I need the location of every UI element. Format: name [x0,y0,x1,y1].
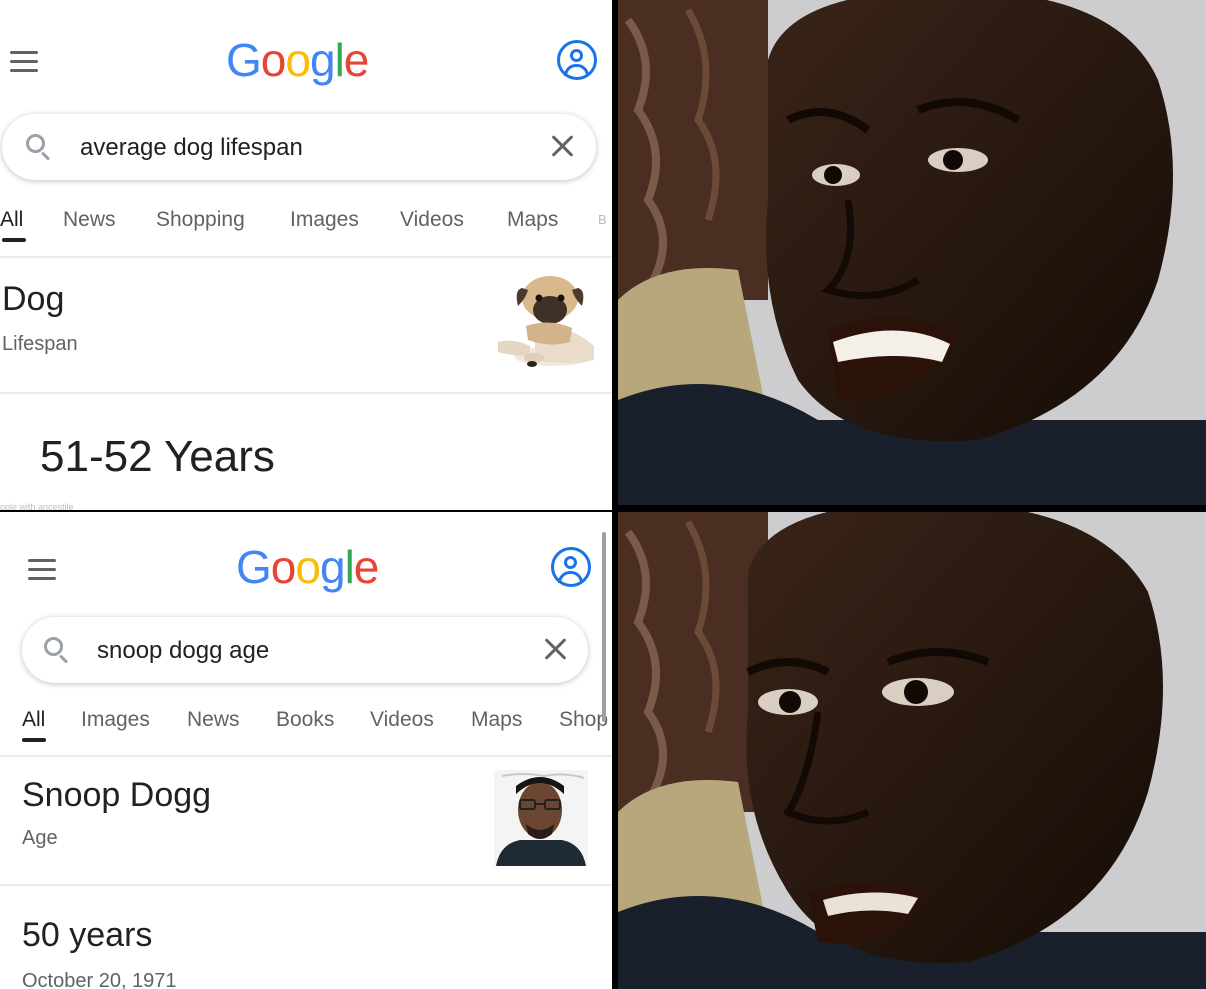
divider [0,755,612,757]
tab-news[interactable]: News [63,208,116,232]
tab-all[interactable]: All [22,708,45,732]
tab-shopping[interactable]: Shop [559,708,608,732]
answer-value: 51-52 Years [40,432,275,481]
tab-cutoff[interactable]: B [598,212,607,227]
entity-title: Dog [2,280,65,318]
divider [0,256,612,258]
close-icon[interactable] [542,635,570,663]
tab-books[interactable]: Books [276,708,334,732]
tab-images[interactable]: Images [81,708,150,732]
entity-subtitle: Age [22,827,58,849]
pug-thumbnail [494,276,598,374]
tab-images[interactable]: Images [290,208,359,232]
divider [0,884,612,886]
search-icon [26,134,52,161]
tab-news[interactable]: News [187,708,240,732]
entity-title: Snoop Dogg [22,776,212,814]
active-tab-underline [22,738,46,742]
snoop-dogg-thumbnail [494,770,588,866]
tab-videos[interactable]: Videos [400,208,464,232]
account-icon[interactable] [557,40,597,80]
tab-all[interactable]: All [0,208,23,232]
faint-caption: ople with ancestile [0,502,74,510]
search-input[interactable]: snoop dogg age [97,637,269,665]
active-tab-underline [2,238,26,242]
search-icon [44,637,70,664]
hamburger-menu-icon[interactable] [10,51,38,73]
top-search-screenshot: Google average dog lifespan All News Sho… [0,0,612,510]
google-logo: Google [226,34,369,86]
entity-subtitle: Lifespan [2,333,78,355]
search-tabs: All Images News Books Videos Maps Shop [0,708,612,748]
search-box[interactable]: average dog lifespan [2,114,596,180]
google-logo: Google [236,541,379,593]
divider [0,392,612,394]
birth-date: October 20, 1971 [22,970,177,989]
tab-maps[interactable]: Maps [471,708,522,732]
account-icon[interactable] [551,547,591,587]
disappointed-man-photo [618,512,1206,989]
smiling-man-photo [618,0,1206,505]
close-icon[interactable] [549,132,577,160]
answer-value: 50 years [22,916,153,954]
bottom-search-screenshot: Google snoop dogg age All Images News Bo… [0,512,612,989]
tab-shopping[interactable]: Shopping [156,208,245,232]
hamburger-menu-icon[interactable] [28,559,56,581]
search-tabs: All News Shopping Images Videos Maps B [0,208,612,248]
scrollbar[interactable] [602,532,606,722]
tab-videos[interactable]: Videos [370,708,434,732]
search-input[interactable]: average dog lifespan [80,134,303,162]
search-box[interactable]: snoop dogg age [22,617,588,683]
tab-maps[interactable]: Maps [507,208,558,232]
